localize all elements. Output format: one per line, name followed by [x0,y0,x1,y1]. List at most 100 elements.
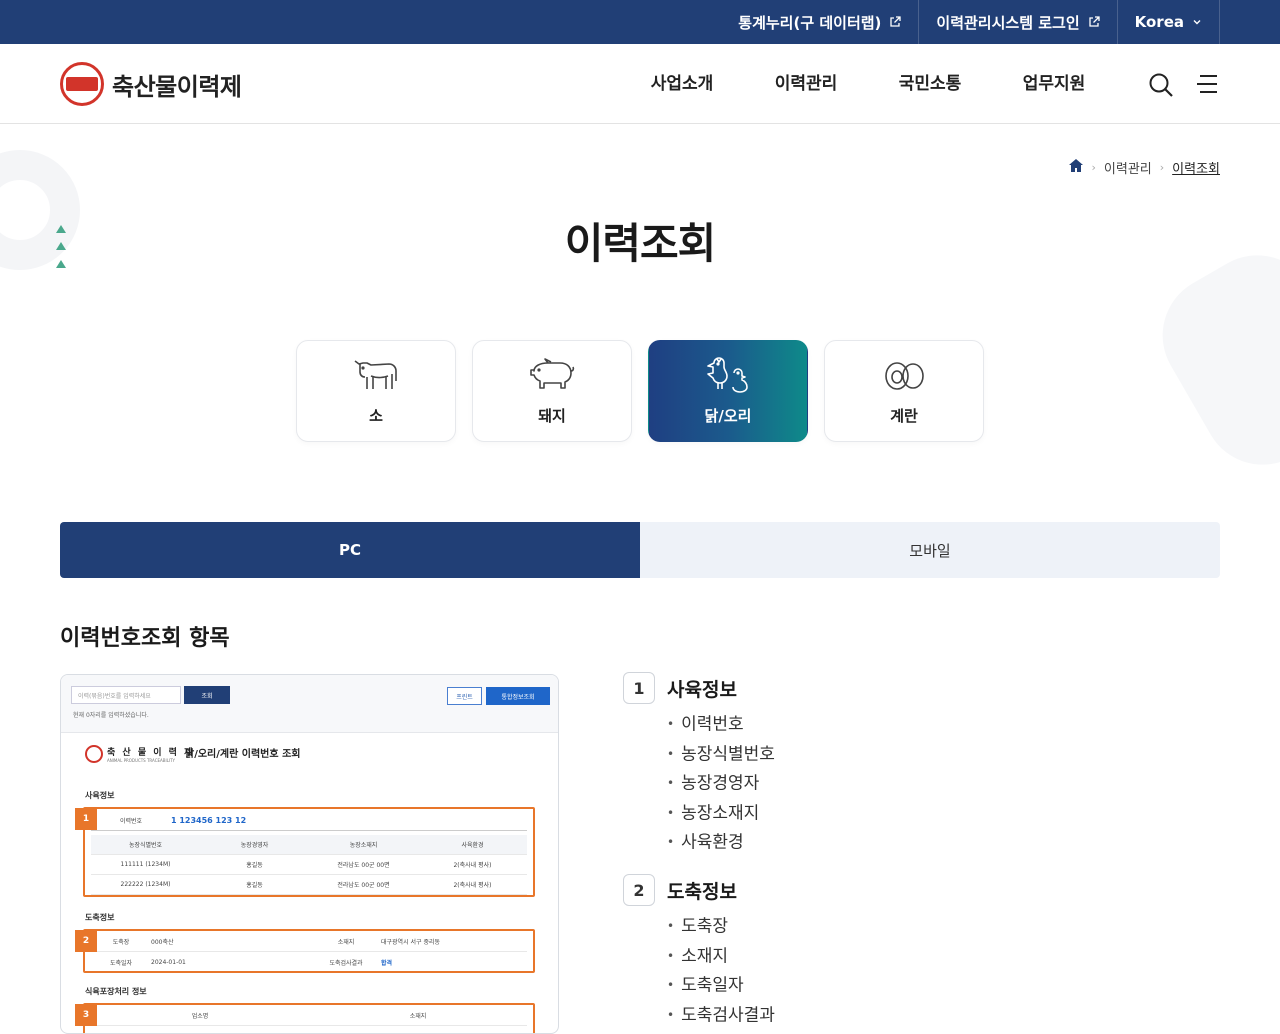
mock-print-button: 프린트 [447,687,482,705]
logo-emblem [60,62,104,106]
breadcrumb-current[interactable]: 이력조회 [1172,158,1220,177]
tab-egg-label: 계란 [890,406,918,425]
mock-section-box: 이력번호 1 123456 123 12 농장식별번호 농장경영자 농장소재지 … [83,807,535,897]
mock-cell: 업소명 [191,1013,209,1020]
mock-cell: 농장식별번호 [128,842,163,849]
mock-section-title: 사육정보 [85,791,115,800]
mock-search-button: 조회 [184,686,230,704]
mock-cell: 전라남도 00군 00면 [337,862,390,869]
mock-cell: 111111 (1234M) [120,861,171,868]
main-nav: 사업소개 이력관리 국민소통 업무지원 [620,44,1116,124]
mock-header-row: 농장식별번호 농장경영자 농장소재지 사육환경 [91,835,527,855]
chevron-right-icon: › [1159,161,1165,174]
external-link-icon [1088,16,1100,28]
tab-pig-label: 돼지 [538,406,566,425]
pig-icon [528,357,576,397]
nav-item-about[interactable]: 사업소개 [620,44,744,124]
info-list: 이력번호 농장식별번호 농장경영자 농장소재지 사육환경 [667,710,775,858]
mock-step-badge: 1 [75,808,97,830]
list-item: 도축장 [667,912,775,942]
chicken-duck-icon [704,356,752,397]
mock-integrated-button: 통합정보조회 [486,687,550,705]
page-title: 이력조회 [564,219,717,268]
mock-section-title: 식육포장처리 정보 [85,987,147,996]
nav-item-trace-management[interactable]: 이력관리 [744,44,868,124]
stats-link[interactable]: 통계누리(구 데이터랩) [721,0,918,44]
section-title: 이력번호조회 항목 [60,626,230,651]
mock-cell: 전라남도 00군 00면 [337,882,390,889]
mock-section-box: 업소명 소재지 [83,1003,535,1033]
breadcrumb-item[interactable]: 이력관리 [1104,158,1152,177]
animal-tabs: 소 돼지 닭/오리 계란 [296,340,984,442]
home-icon[interactable] [1068,158,1084,177]
tab-pc[interactable]: PC [60,522,640,578]
list-item: 사육환경 [667,828,775,858]
mock-step-badge: 2 [75,930,97,952]
mock-cell: 도축일자 [109,959,133,967]
mock-cell: 사육환경 [461,842,484,849]
info-group-rearing: 1 사육정보 이력번호 농장식별번호 농장경영자 농장소재지 사육환경 [623,672,775,858]
system-login-link[interactable]: 이력관리시스템 로그인 [918,0,1116,44]
list-item: 이력번호 [667,710,775,740]
mock-table-row: 도축일자 2024-01-01 도축검사결과 합격 [91,952,527,972]
tab-mobile[interactable]: 모바일 [640,522,1220,578]
tab-chicken-duck-label: 닭/오리 [704,406,752,425]
logo-text: 축산물이력제 [112,72,242,101]
info-group-header: 2 도축정보 [623,874,775,906]
main-header: 축산물이력제 사업소개 이력관리 국민소통 업무지원 [0,44,1280,124]
mock-trace-row: 이력번호 1 123456 123 12 [91,811,527,831]
list-item: 도축검사결과 [667,1001,775,1031]
menu-icon[interactable] [1196,72,1218,100]
tab-cow[interactable]: 소 [296,340,456,442]
mock-cell: 도축장 [112,939,130,946]
info-group-title: 사육정보 [667,678,737,701]
egg-icon [880,357,928,397]
info-number-badge: 1 [623,672,655,704]
list-item: 도축일자 [667,971,775,1001]
nav-item-communication[interactable]: 국민소통 [868,44,992,124]
mock-table-row: 222222 (1234M) 홍길동 전라남도 00군 00면 2(축사내 평사… [91,875,527,895]
chevron-down-icon [1192,17,1202,27]
mock-cell: 도축검사결과 [329,959,363,967]
info-group-slaughter: 2 도축정보 도축장 소재지 도축일자 도축검사결과 [623,874,775,1030]
view-tabs: PC 모바일 [60,522,1220,578]
info-group-title: 도축정보 [667,880,737,903]
list-item: 소재지 [667,942,775,972]
tab-egg[interactable]: 계란 [824,340,984,442]
mock-cell: 홍길동 [246,882,263,889]
mock-search-input: 이력(묶음)번호를 입력하세요 [71,686,181,704]
mock-heading: 닭/오리/계란 이력번호 조회 [185,749,301,760]
mock-cell: 합격 [381,959,393,967]
top-links: 통계누리(구 데이터랩) 이력관리시스템 로그인 Korea [721,0,1220,44]
breadcrumb: › 이력관리 › 이력조회 [1068,158,1220,177]
tab-pig[interactable]: 돼지 [472,340,632,442]
external-link-icon [889,16,902,28]
system-login-label: 이력관리시스템 로그인 [936,13,1080,32]
list-item: 농장소재지 [667,799,775,829]
mock-table-row: 도축장 000축산 소재지 대구광역시 서구 중리동 [91,932,527,952]
mock-logo-name: 축 산 물 이 력 제 [107,748,195,758]
mock-cell: 2(축사내 평사) [453,862,492,869]
language-select[interactable]: Korea [1116,0,1220,44]
list-item: 농장식별번호 [667,740,775,770]
example-screenshot: 이력(묶음)번호를 입력하세요 조회 현재 0자리를 입력하셨습니다. 프린트 … [60,674,559,1034]
mock-header-row: 업소명 소재지 [91,1006,527,1026]
mock-cell: 이력번호 [119,818,143,825]
mock-section-box: 도축장 000축산 소재지 대구광역시 서구 중리동 도축일자 2024-01-… [83,929,535,973]
top-utility-bar: 통계누리(구 데이터랩) 이력관리시스템 로그인 Korea [0,0,1280,44]
mock-cell: 222222 (1234M) [120,881,171,888]
mock-table-row: 111111 (1234M) 홍길동 전라남도 00군 00면 2(축사내 평사… [91,855,527,875]
mock-cell: 2(축사내 평사) [453,882,492,889]
mock-cell: 농장소재지 [349,842,378,849]
mock-hint: 현재 0자리를 입력하셨습니다. [73,712,149,719]
mock-trace-value: 1 123456 123 12 [171,816,247,825]
list-item: 농장경영자 [667,769,775,799]
mock-cell: 홍길동 [246,862,263,869]
tab-chicken-duck[interactable]: 닭/오리 [648,340,808,442]
mock-cell: 소재지 [337,939,355,946]
search-icon[interactable] [1148,72,1174,102]
mock-cell: 소재지 [409,1013,427,1020]
site-logo[interactable]: 축산물이력제 [60,62,242,106]
nav-item-support[interactable]: 업무지원 [992,44,1116,124]
mock-step-badge: 3 [75,1004,97,1026]
